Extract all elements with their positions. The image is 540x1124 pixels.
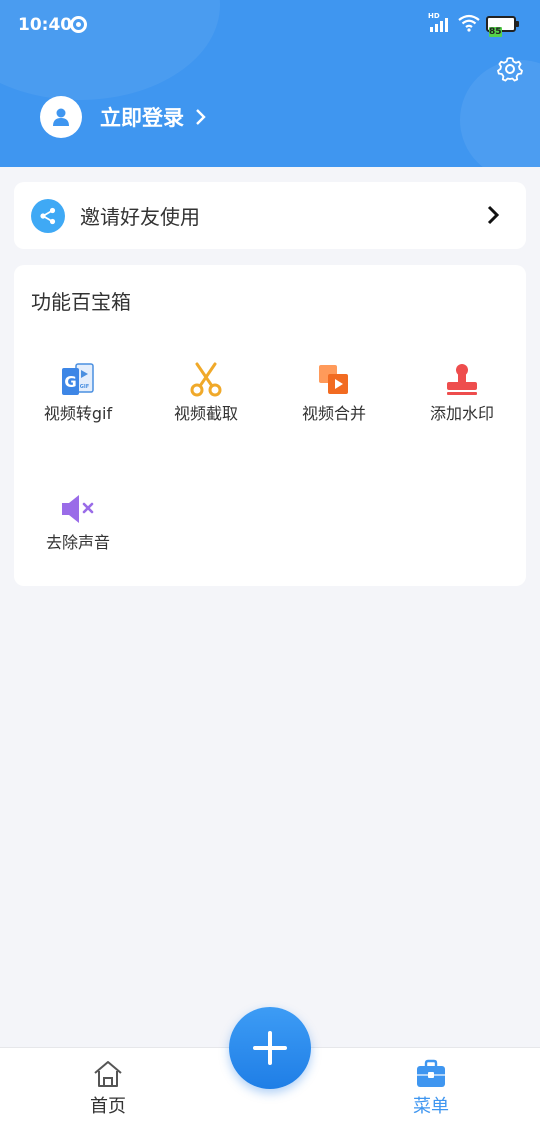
status-bar: 10:40 HD 85	[0, 0, 540, 50]
invite-friends-card[interactable]: 邀请好友使用	[14, 182, 526, 249]
tab-menu-label: 菜单	[413, 1096, 449, 1117]
tab-home[interactable]: 首页	[48, 1058, 168, 1118]
tool-video-merge[interactable]: 视频合并	[270, 362, 398, 462]
chevron-right-icon	[196, 109, 206, 125]
mute-icon	[62, 495, 94, 523]
plus-icon	[253, 1031, 287, 1065]
tool-remove-audio[interactable]: 去除声音	[14, 491, 142, 591]
tool-label: 视频截取	[173, 404, 238, 423]
toolbox-title: 功能百宝箱	[31, 290, 131, 314]
login-button[interactable]: 立即登录	[40, 96, 208, 138]
tool-video-to-gif[interactable]: GIF G 视频转gif	[14, 362, 142, 462]
header: 10:40 HD 85 立即登录	[0, 0, 540, 167]
merge-icon	[319, 365, 348, 394]
tool-video-trim[interactable]: 视频截取	[142, 362, 270, 462]
share-icon	[31, 198, 65, 233]
signal-icon	[430, 16, 450, 32]
gif-convert-icon: GIF G	[62, 363, 94, 395]
settings-gear-icon[interactable]	[496, 55, 524, 83]
toolbox-card: 功能百宝箱 GIF G 视频转gif 视频截取 视频合并 添加水印 去除声音	[14, 265, 526, 586]
tool-label: 去除声音	[45, 533, 110, 552]
svg-text:GIF: GIF	[80, 384, 89, 390]
status-time: 10:40	[18, 15, 73, 35]
app-notification-icon	[70, 16, 87, 33]
home-icon	[94, 1061, 122, 1087]
login-label: 立即登录	[100, 106, 184, 130]
battery-level: 85	[489, 27, 502, 37]
avatar	[40, 96, 82, 138]
wifi-icon	[458, 14, 480, 32]
tab-menu[interactable]: 菜单	[371, 1058, 491, 1118]
tab-home-label: 首页	[90, 1096, 126, 1117]
tool-label: 视频合并	[301, 404, 366, 423]
add-button[interactable]	[229, 1007, 311, 1089]
stamp-icon	[447, 364, 477, 395]
battery-icon: 85	[486, 16, 519, 37]
invite-label: 邀请好友使用	[80, 205, 200, 229]
tool-label: 添加水印	[429, 404, 494, 423]
tool-add-watermark[interactable]: 添加水印	[398, 362, 526, 462]
svg-text:G: G	[64, 373, 76, 391]
scissors-icon	[190, 362, 222, 397]
tool-label: 视频转gif	[43, 404, 113, 423]
briefcase-icon	[417, 1059, 445, 1087]
user-icon	[53, 108, 69, 126]
chevron-right-icon	[487, 205, 500, 225]
